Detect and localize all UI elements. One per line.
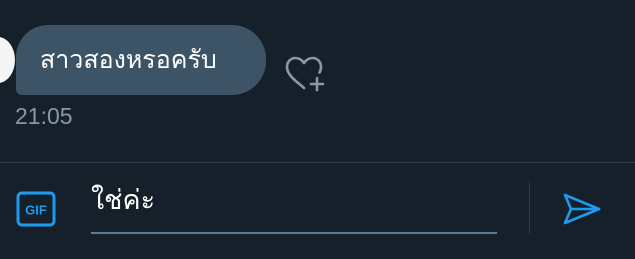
send-icon [563,193,601,225]
message-timestamp: 21:05 [15,103,73,129]
message-bubble[interactable]: สาวสองหรอครับ [16,25,266,95]
heart-plus-icon [285,56,325,92]
message-input-value: ใช่ค่ะ [91,185,156,216]
dm-conversation: สาวสองหรอครับ 21:05 GIF ใช่ค่ะ [0,0,635,259]
gif-label: GIF [25,203,47,218]
send-button[interactable] [561,191,603,227]
like-message-button[interactable] [284,54,326,94]
input-underline [91,232,497,234]
send-divider [529,181,530,234]
message-input[interactable]: ใช่ค่ะ [91,174,497,234]
composer-divider [0,162,635,163]
gif-button[interactable]: GIF [15,190,57,228]
gif-icon: GIF [16,191,56,227]
message-text: สาวสองหรอครับ [40,45,217,74]
